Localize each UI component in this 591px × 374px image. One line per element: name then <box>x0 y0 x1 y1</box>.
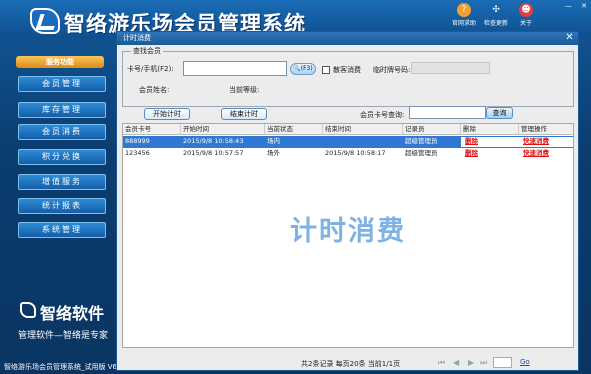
about-icon: ☻ <box>519 3 533 17</box>
f3-label: (F3) <box>300 65 313 72</box>
update-label: 检查更新 <box>483 20 508 27</box>
search-icon: 🔍 <box>293 65 301 72</box>
col-start-time: 开始时间 <box>181 124 265 135</box>
app-logo-icon <box>30 8 60 34</box>
delete-link[interactable]: 删除 <box>463 148 478 159</box>
col-end-time: 结束时间 <box>323 124 403 135</box>
cell-clerk: 超级管理员 <box>405 137 438 145</box>
card-phone-input[interactable] <box>183 61 287 76</box>
child-window-title: 计时消费 <box>117 32 578 45</box>
lookup-button[interactable]: 查询 <box>486 107 513 119</box>
pager-summary: 共2条记录 每页20条 当前1/1页 <box>301 360 401 368</box>
table-header: 会员卡号 开始时间 当前状态 结束时间 记录员 删除 管理操作 <box>123 124 573 135</box>
col-operation: 管理操作 <box>521 125 547 133</box>
sidebar-item-system[interactable]: 系统管理 <box>18 222 106 238</box>
card-phone-label: 卡号/手机(F2): <box>127 65 174 73</box>
sidebar: 服务功能 会员管理 库存管理 会员消费 积分兑换 增值服务 统计报表 系统管理 <box>10 52 110 302</box>
col-delete: 删除 <box>461 124 519 135</box>
app-window: 智络游乐场会员管理系统 ? 官网求助 ✣ 检查更新 ☻ 关于 — ✕ 服务功能 … <box>0 0 591 374</box>
col-card: 会员卡号 <box>123 124 181 135</box>
status-bar-text: 智络游乐场会员管理系统_试用版 V6. <box>4 363 120 371</box>
sidebar-item-points-exchange[interactable]: 积分兑换 <box>18 149 106 165</box>
cell-status: 场外 <box>267 149 280 157</box>
first-page-icon[interactable]: ⏮ <box>438 358 445 368</box>
page-number-input[interactable] <box>493 357 512 368</box>
sidebar-item-inventory[interactable]: 库存管理 <box>18 102 106 118</box>
cell-card: 888999 <box>125 137 150 145</box>
sidebar-header: 服务功能 <box>16 56 104 68</box>
next-page-icon[interactable]: ▶ <box>468 358 474 367</box>
sidebar-item-member-management[interactable]: 会员管理 <box>18 76 106 92</box>
walkin-checkbox[interactable] <box>322 66 330 74</box>
current-level-label: 当前等级: <box>229 86 260 94</box>
search-member-group: 查找会员 卡号/手机(F2): 🔍(F3) 散客消费 临时牌号码: 会员姓名: … <box>122 46 574 107</box>
temp-card-input[interactable] <box>411 62 490 74</box>
temp-card-label: 临时牌号码: <box>373 66 411 74</box>
sidebar-item-value-added[interactable]: 增值服务 <box>18 174 106 190</box>
walkin-label: 散客消费 <box>333 66 361 74</box>
col-clerk: 记录员 <box>403 124 461 135</box>
cell-status: 场内 <box>267 137 280 145</box>
about-label: 关于 <box>519 20 532 27</box>
about-button[interactable]: ☻ 关于 <box>513 3 539 33</box>
quick-consume-link[interactable]: 快速消费 <box>521 136 549 147</box>
update-icon: ✣ <box>492 5 500 15</box>
help-button[interactable]: ? 官网求助 <box>451 3 477 33</box>
sidebar-item-reports[interactable]: 统计报表 <box>18 198 106 214</box>
brand-name: 智络软件 <box>40 304 105 323</box>
cell-end <box>323 136 325 147</box>
prev-page-icon[interactable]: ◀ <box>453 358 459 367</box>
quick-consume-link[interactable]: 快速消费 <box>521 148 549 159</box>
f3-search-button[interactable]: 🔍(F3) <box>290 63 316 75</box>
cell-end: 2015/9/8 10:58:17 <box>325 149 386 157</box>
brand-block: 智络软件 管理软件—智络是专家 <box>18 300 114 341</box>
window-controls: — ✕ <box>558 2 587 10</box>
table-row[interactable]: 123456 2015/9/8 10:57:57 场外 2015/9/8 10:… <box>123 148 573 160</box>
last-page-icon[interactable]: ⏭ <box>480 358 487 368</box>
search-member-legend: 查找会员 <box>131 46 163 56</box>
watermark-text: 计时消费 <box>290 216 406 247</box>
go-button[interactable]: Go <box>520 358 530 366</box>
help-icon: ? <box>457 3 471 17</box>
table-row[interactable]: 888999 2015/9/8 10:58:43 场内 超级管理员 删除 快速消… <box>123 136 573 148</box>
brand-logo-icon <box>20 302 36 318</box>
help-label: 官网求助 <box>451 20 476 27</box>
sidebar-item-member-consumption[interactable]: 会员消费 <box>18 124 106 140</box>
records-table: 会员卡号 开始时间 当前状态 结束时间 记录员 删除 管理操作 888999 2… <box>122 123 574 348</box>
brand-slogan: 管理软件—智络是专家 <box>18 331 109 341</box>
delete-link[interactable]: 删除 <box>463 136 478 147</box>
child-close-icon[interactable]: ✕ <box>564 33 575 44</box>
cell-clerk: 超级管理员 <box>405 149 438 157</box>
minimize-button[interactable]: — <box>565 2 572 10</box>
timing-consumption-window: 计时消费 ✕ 查找会员 卡号/手机(F2): 🔍(F3) 散客消费 临时牌号码:… <box>116 31 579 371</box>
close-window-button[interactable]: ✕ <box>581 2 587 10</box>
cell-start: 2015/9/8 10:58:43 <box>183 137 244 145</box>
check-update-button[interactable]: ✣ 检查更新 <box>483 3 509 33</box>
col-status: 当前状态 <box>265 124 323 135</box>
card-lookup-input[interactable] <box>409 106 486 119</box>
cell-card: 123456 <box>125 149 150 157</box>
card-lookup-label: 会员卡号查询: <box>360 111 405 119</box>
start-timing-button[interactable]: 开始计时 <box>144 108 190 120</box>
cell-start: 2015/9/8 10:57:57 <box>183 149 244 157</box>
end-timing-button[interactable]: 结束计时 <box>221 108 267 120</box>
member-name-label: 会员姓名: <box>139 86 170 94</box>
